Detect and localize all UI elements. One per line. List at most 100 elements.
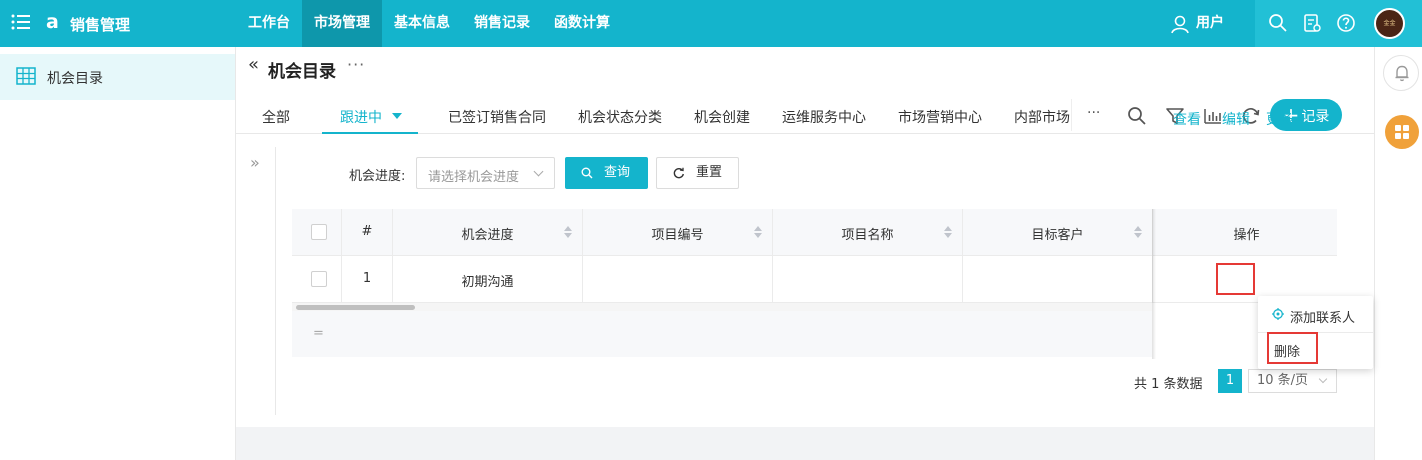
tab-internal-market[interactable]: 内部市场 (1014, 107, 1070, 127)
add-record-label: 记录 (1301, 109, 1330, 125)
reset-label: 重置 (696, 165, 723, 180)
nav-basic-info[interactable]: 基本信息 (382, 0, 462, 47)
horizontal-scrollbar[interactable] (292, 303, 1152, 311)
report-icon[interactable] (1302, 13, 1322, 33)
reset-button[interactable]: 重置 (656, 157, 739, 189)
nav-market-management[interactable]: 市场管理 (302, 0, 382, 47)
edit-link[interactable]: 编辑 (1222, 109, 1250, 129)
sort-icon[interactable] (944, 226, 952, 240)
user-label: 用户 (1196, 15, 1224, 31)
page-more-icon[interactable]: ··· (347, 55, 365, 74)
tab-signed-contracts[interactable]: 已签订销售合同 (448, 107, 546, 127)
header-index: # (342, 209, 393, 256)
active-tab-indicator (322, 132, 418, 134)
nav-sales-records[interactable]: 销售记录 (462, 0, 542, 47)
user-icon (1171, 15, 1189, 33)
sort-icon[interactable] (1134, 226, 1142, 240)
tab-opportunity-create[interactable]: 机会创建 (694, 107, 750, 127)
more-actions-link[interactable]: 更多 (1266, 109, 1306, 129)
more-tabs-icon[interactable]: ··· (1087, 105, 1100, 121)
tab-marketing-center[interactable]: 市场营销中心 (898, 107, 982, 127)
select-all-checkbox[interactable] (311, 224, 327, 240)
chevron-down-icon (1297, 114, 1306, 123)
header-name[interactable]: 项目名称 (773, 209, 963, 256)
column-header-code: 项目编号 (651, 228, 704, 243)
column-header-customer: 目标客户 (1031, 228, 1084, 243)
row-index: 1 (342, 256, 393, 303)
search-icon[interactable] (1126, 105, 1148, 127)
app-title: 销售管理 (70, 16, 131, 34)
expand-panel-icon[interactable]: » (250, 153, 260, 172)
row-name (773, 256, 963, 303)
row-select-cell (292, 256, 342, 303)
app-logo: a (46, 11, 59, 33)
header-progress[interactable]: 机会进度 (393, 209, 583, 256)
tabs-divider (1071, 99, 1072, 131)
row-progress-value: 初期沟通 (461, 275, 514, 290)
row-code (583, 256, 773, 303)
menu-list-icon[interactable] (11, 13, 31, 31)
apps-grid-icon (1395, 125, 1409, 139)
select-placeholder: 请选择机会进度 (428, 170, 520, 185)
table-grid-icon (16, 67, 36, 85)
page-size-select[interactable]: 10 条/页 (1248, 369, 1337, 393)
notification-button[interactable] (1383, 55, 1419, 91)
target-icon (1272, 308, 1284, 320)
scrollbar-thumb[interactable] (296, 305, 415, 310)
apps-button[interactable] (1385, 115, 1419, 149)
page-header: « 机会目录 ··· (236, 47, 1374, 87)
sidebar-item-label: 机会目录 (47, 71, 103, 87)
column-header-index: # (361, 224, 373, 239)
more-actions-label: 更多 (1266, 112, 1294, 128)
panel-divider (275, 147, 276, 415)
page-title: 机会目录 (268, 62, 336, 82)
actions-header: 操作 (1156, 209, 1337, 256)
tab-following[interactable]: 跟进中 (340, 107, 402, 127)
caret-down-icon (392, 113, 402, 119)
view-tabs: 全部 跟进中 已签订销售合同 机会状态分类 机会创建 运维服务中心 市场营销中心… (236, 99, 1374, 134)
page-button-current[interactable]: 1 (1218, 369, 1242, 393)
help-icon[interactable] (1336, 13, 1356, 33)
tab-ops-service-center[interactable]: 运维服务中心 (782, 107, 866, 127)
column-header-progress: 机会进度 (461, 228, 514, 243)
sort-icon[interactable] (754, 226, 762, 240)
bell-icon (1395, 65, 1409, 82)
page-size-label: 10 条/页 (1257, 373, 1309, 388)
menu-item-add-contact[interactable]: 添加联系人 (1258, 296, 1373, 332)
main-content: « 机会目录 ··· 全部 跟进中 已签订销售合同 机会状态分类 机会创建 运维… (236, 47, 1374, 427)
header-customer[interactable]: 目标客户 (963, 209, 1153, 256)
sort-icon[interactable] (564, 226, 572, 240)
nav-workbench[interactable]: 工作台 (236, 0, 302, 47)
view-link[interactable]: 查看 (1173, 109, 1201, 129)
top-nav: 工作台 市场管理 基本信息 销售记录 函数计算 (236, 0, 622, 47)
row-customer (963, 256, 1153, 303)
menu-item-label: 添加联系人 (1290, 311, 1356, 326)
filter-label: 机会进度: (349, 169, 406, 184)
query-button[interactable]: 查询 (565, 157, 648, 189)
progress-select[interactable]: 请选择机会进度 (416, 157, 555, 189)
search-icon[interactable] (1268, 13, 1288, 33)
avatar[interactable]: 金金 (1374, 8, 1405, 39)
collapse-sidebar-icon[interactable]: « (248, 54, 259, 75)
row-index-value: 1 (362, 271, 372, 286)
search-icon (581, 167, 593, 179)
header-code[interactable]: 项目编号 (583, 209, 773, 256)
refresh-icon (673, 167, 684, 179)
row-checkbox[interactable] (311, 271, 327, 287)
summary-value: = (313, 326, 324, 341)
more-actions-menu: 添加联系人 删除 (1258, 296, 1373, 369)
query-label: 查询 (604, 165, 631, 180)
sidebar-item-opportunity-catalog[interactable]: 机会目录 (0, 54, 235, 100)
chevron-down-icon (1318, 374, 1328, 384)
right-rail (1374, 47, 1422, 460)
nav-function-calc[interactable]: 函数计算 (542, 0, 622, 47)
tab-status-category[interactable]: 机会状态分类 (578, 107, 662, 127)
edit-highlight-box (1216, 263, 1255, 295)
bar-chart-icon[interactable] (1202, 105, 1224, 127)
user-menu[interactable]: 用户 (1170, 0, 1224, 47)
chevron-down-icon (533, 166, 544, 177)
column-header-actions: 操作 (1233, 228, 1260, 243)
opportunity-table: # 机会进度 项目编号 项目名称 目标客户 1 初期沟通 = 操作 (292, 209, 1337, 359)
tab-all[interactable]: 全部 (262, 107, 290, 127)
row-progress: 初期沟通 (393, 256, 583, 303)
